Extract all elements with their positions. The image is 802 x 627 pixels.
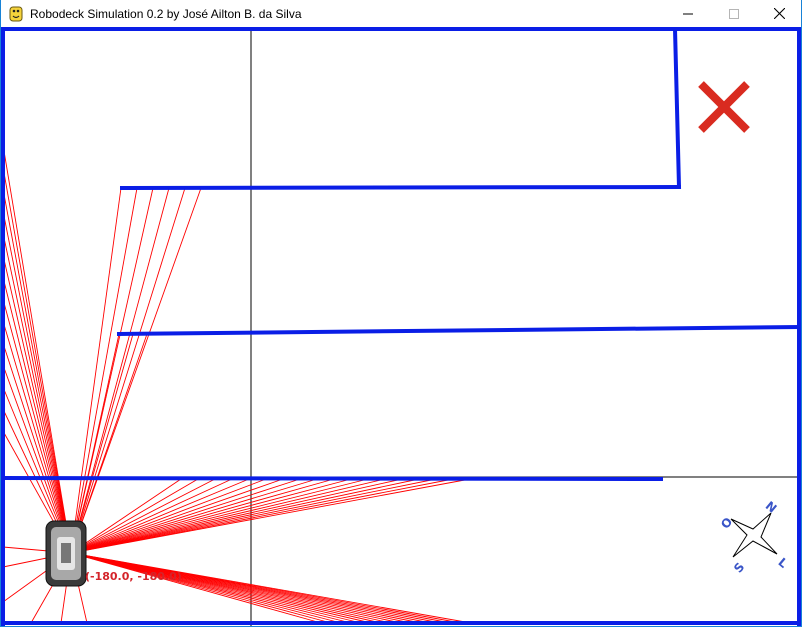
sensor-ray [70,552,472,624]
sensor-ray [70,478,369,554]
sensor-ray [70,478,335,554]
close-icon [773,8,785,19]
robot-coordinates: (-180.0, -180.0) [85,570,182,583]
close-button[interactable] [756,0,802,27]
sensor-ray [70,478,471,554]
sensor-ray [2,298,72,554]
sensor-ray [70,187,170,554]
robot[interactable] [45,520,87,587]
simulation-scene: (-180.0, -180.0) N L S O [1,27,801,626]
title-bar[interactable]: Robodeck Simulation 0.2 by José Ailton B… [1,0,801,27]
sensor-ray [2,188,72,554]
maximize-button[interactable] [711,0,757,27]
wall-goal-divider [672,27,682,190]
sensor-ray [70,333,120,554]
wall-middle [116,324,801,337]
sensor-ray [70,478,420,554]
sensor-ray [70,478,454,554]
sensor-ray [70,478,233,554]
sensor-ray [70,478,301,554]
sensor-ray [70,187,186,554]
compass-north: N [763,499,780,516]
sensor-ray [70,478,199,554]
sensor-ray [70,187,202,554]
compass-south: S [731,560,747,576]
sensor-ray [70,333,134,554]
compass-west: O [718,515,735,532]
sensor-ray [2,166,72,554]
wall-lower [1,475,664,482]
sensor-ray [70,187,138,554]
window-title: Robodeck Simulation 0.2 by José Ailton B… [30,6,302,21]
maximize-icon [729,8,739,19]
wall-upper [119,184,682,191]
app-window: Robodeck Simulation 0.2 by José Ailton B… [0,0,802,627]
simulation-canvas[interactable]: (-180.0, -180.0) N L S O [1,27,801,626]
sensor-ray [2,254,72,554]
compass-east: L [775,555,790,571]
python-snake-icon [8,6,24,22]
sensor-ray [70,187,122,554]
sensor-ray [70,478,386,554]
minimize-button[interactable] [665,0,711,27]
sensor-ray [70,478,250,554]
minimize-icon [683,13,693,14]
x-goal-icon [698,81,750,133]
sensor-ray [70,478,352,554]
compass-icon: N L S O [718,499,790,576]
sensor-ray [2,320,72,554]
sensor-ray [2,276,72,554]
sensor-ray [2,210,72,554]
